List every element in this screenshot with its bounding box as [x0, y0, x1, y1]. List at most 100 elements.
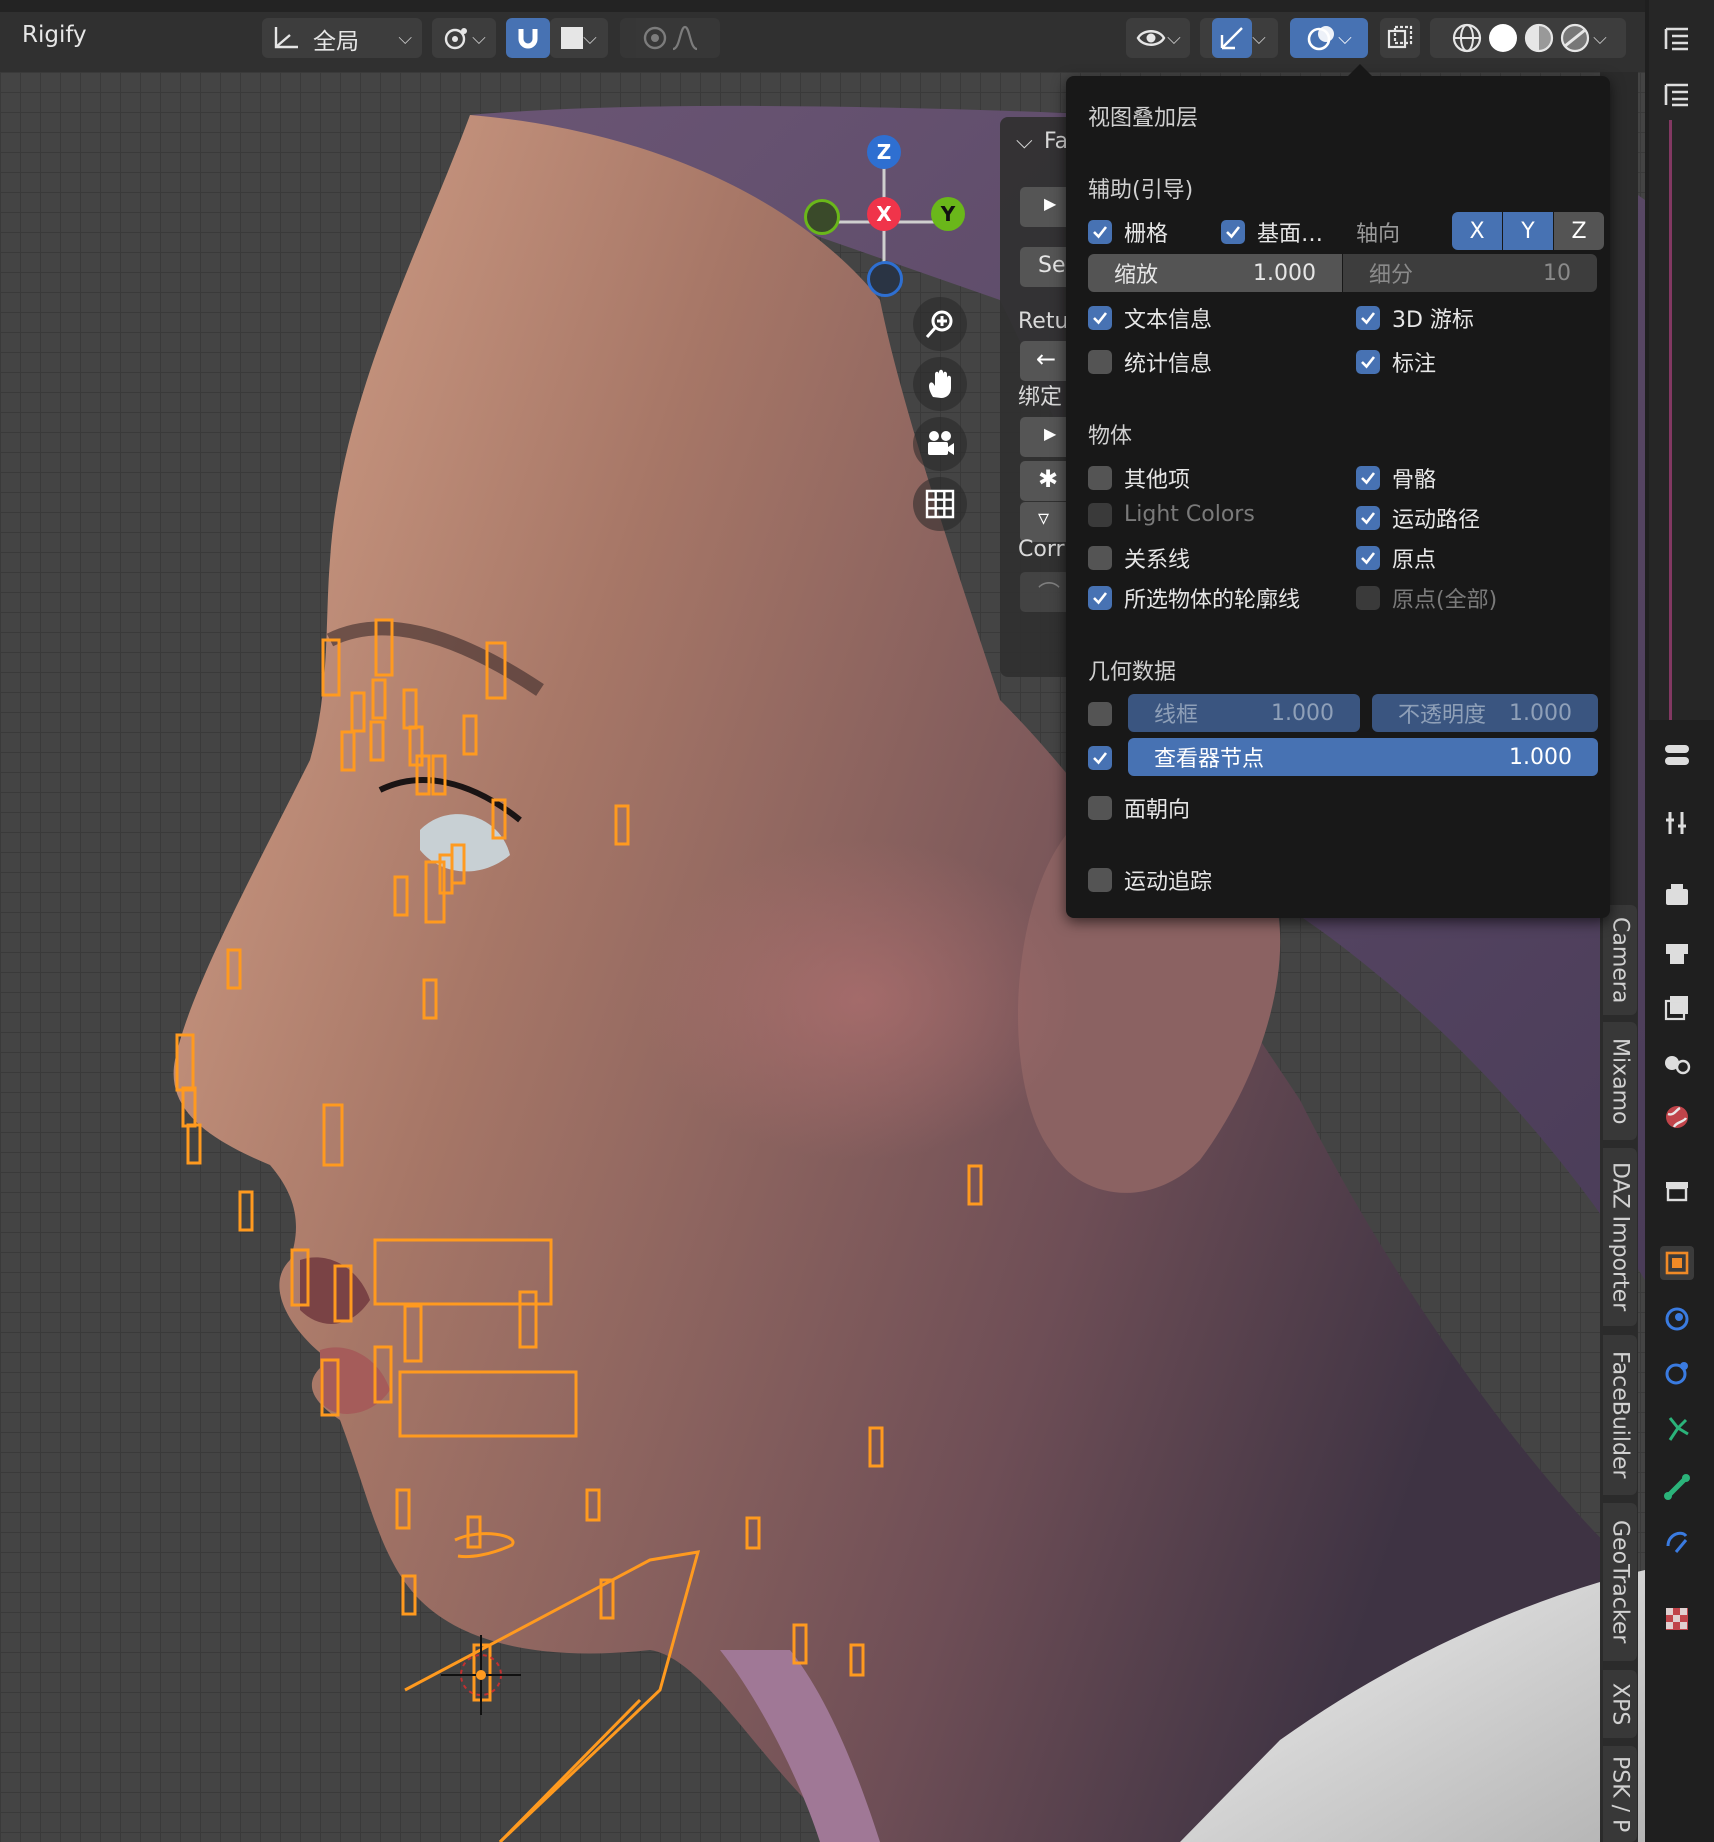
viewer-node-checkbox-row[interactable]	[1088, 746, 1124, 770]
face-orientation-checkbox[interactable]	[1088, 796, 1112, 820]
scene-icon[interactable]	[1660, 1044, 1694, 1078]
motion-paths-row[interactable]: 运动路径	[1356, 502, 1480, 534]
hand-icon	[929, 369, 951, 398]
3d-cursor-checkbox[interactable]	[1356, 306, 1380, 330]
axis-y-toggle[interactable]: Y	[1503, 212, 1553, 250]
outliner-icon[interactable]	[1660, 78, 1694, 112]
outline-selected-row[interactable]: 所选物体的轮廓线	[1088, 582, 1300, 614]
ortho-toggle-button[interactable]	[913, 477, 967, 531]
axis-x-toggle[interactable]: X	[1452, 212, 1502, 250]
tab-geotracker[interactable]: GeoTracker	[1603, 1503, 1637, 1661]
extras-checkbox[interactable]	[1088, 466, 1112, 490]
overlays-dropdown[interactable]: ⌵	[1290, 18, 1368, 58]
viewer-node-checkbox[interactable]	[1088, 746, 1112, 770]
light-colors-checkbox[interactable]	[1088, 502, 1112, 527]
grid-checkbox-row[interactable]: 栅格	[1088, 216, 1168, 248]
annotations-row[interactable]: 标注	[1356, 346, 1436, 378]
texture-icon[interactable]	[1660, 1602, 1694, 1636]
bone-icon[interactable]	[1660, 1470, 1694, 1504]
physics-icon[interactable]	[1660, 1412, 1694, 1446]
outline-selected-checkbox[interactable]	[1088, 586, 1112, 610]
gizmo-neg-y-axis[interactable]	[804, 199, 840, 235]
grid-label: 栅格	[1124, 222, 1169, 247]
collection-icon[interactable]	[1660, 1174, 1694, 1208]
panel-collapse-icon[interactable]: ⌵	[1016, 129, 1033, 154]
snap-toggle[interactable]	[506, 18, 550, 58]
tab-facebuilder[interactable]: FaceBuilder	[1603, 1335, 1637, 1495]
statistics-label: 统计信息	[1124, 352, 1213, 377]
floor-checkbox-row[interactable]: 基面…	[1221, 216, 1323, 248]
grid-checkbox[interactable]	[1088, 220, 1112, 244]
motion-tracking-checkbox[interactable]	[1088, 868, 1112, 892]
grid-scale-field[interactable]: 缩放 1.000	[1088, 254, 1342, 292]
tab-xps[interactable]: XPS	[1603, 1670, 1637, 1738]
origins-all-row[interactable]: 原点(全部)	[1356, 582, 1497, 614]
relationship-lines-checkbox[interactable]	[1088, 546, 1112, 570]
snap-target-dropdown[interactable]: ⌵	[550, 18, 608, 58]
tab-psk[interactable]: PSK / P	[1603, 1746, 1637, 1842]
motion-paths-checkbox[interactable]	[1356, 506, 1380, 530]
wireframe-shading-icon[interactable]	[1449, 20, 1485, 56]
material-shading-icon[interactable]	[1521, 20, 1557, 56]
wireframe-checkbox-row[interactable]	[1088, 702, 1124, 726]
axis-z-toggle[interactable]: Z	[1554, 212, 1604, 250]
panel-header[interactable]: Fa	[1044, 129, 1068, 154]
wireframe-checkbox[interactable]	[1088, 702, 1112, 726]
workspace-label[interactable]: Rigify	[22, 22, 87, 48]
object-icon[interactable]	[1660, 1246, 1694, 1280]
gizmo-dropdown[interactable]: ⌵	[1200, 18, 1278, 58]
extras-row[interactable]: 其他项	[1088, 462, 1190, 494]
text-info-checkbox[interactable]	[1088, 306, 1112, 330]
tab-camera[interactable]: Camera	[1603, 905, 1637, 1015]
rendered-shading-icon[interactable]	[1557, 20, 1593, 56]
zoom-button[interactable]	[913, 297, 967, 351]
3d-cursor-row[interactable]: 3D 游标	[1356, 302, 1474, 334]
camera-view-button[interactable]	[913, 417, 967, 471]
viewer-node-value: 1.000	[1509, 744, 1572, 770]
gizmo-neg-z-axis[interactable]	[867, 261, 903, 297]
text-info-row[interactable]: 文本信息	[1088, 302, 1212, 334]
face-orientation-row[interactable]: 面朝向	[1088, 792, 1190, 824]
properties-editor-icon[interactable]	[1660, 738, 1694, 772]
viewer-node-label: 查看器节点	[1154, 747, 1265, 772]
floor-checkbox[interactable]	[1221, 220, 1245, 244]
annotations-checkbox[interactable]	[1356, 350, 1380, 374]
statistics-checkbox[interactable]	[1088, 350, 1112, 374]
motion-paths-label: 运动路径	[1392, 508, 1481, 533]
render-icon[interactable]	[1660, 878, 1694, 912]
output-icon[interactable]	[1660, 936, 1694, 970]
view-layer-icon[interactable]	[1660, 990, 1694, 1024]
gizmo-z-axis[interactable]: Z	[867, 135, 901, 169]
origins-all-checkbox[interactable]	[1356, 586, 1380, 610]
pan-button[interactable]	[913, 357, 967, 411]
tool-icon[interactable]	[1660, 806, 1694, 840]
modifier-icon[interactable]	[1660, 1302, 1694, 1336]
world-icon[interactable]	[1660, 1100, 1694, 1134]
tab-mixamo[interactable]: Mixamo	[1603, 1022, 1637, 1140]
editor-type-icon[interactable]	[1660, 22, 1694, 56]
xray-toggle[interactable]	[1380, 18, 1420, 58]
visibility-dropdown[interactable]: ⌵	[1126, 18, 1190, 58]
viewer-node-opacity-field[interactable]: 查看器节点 1.000	[1128, 738, 1598, 776]
pivot-dropdown[interactable]: ⌵	[432, 18, 496, 58]
solid-shading-icon[interactable]	[1485, 20, 1521, 56]
gizmo-x-axis[interactable]: X	[867, 197, 901, 231]
light-colors-row[interactable]: Light Colors	[1088, 502, 1255, 527]
origins-row[interactable]: 原点	[1356, 542, 1436, 574]
gizmo-y-axis[interactable]: Y	[931, 197, 965, 231]
wireframe-threshold-field[interactable]: 线框 1.000	[1128, 694, 1360, 732]
constraint-icon[interactable]	[1660, 1524, 1694, 1558]
relationship-lines-row[interactable]: 关系线	[1088, 542, 1190, 574]
motion-tracking-row[interactable]: 运动追踪	[1088, 864, 1212, 896]
origins-checkbox[interactable]	[1356, 546, 1380, 570]
wireframe-opacity-field[interactable]: 不透明度 1.000	[1372, 694, 1598, 732]
bones-checkbox[interactable]	[1356, 466, 1380, 490]
tab-daz-importer[interactable]: DAZ Importer	[1603, 1148, 1637, 1326]
grid-subdivisions-field[interactable]: 细分 10	[1343, 254, 1597, 292]
tab-psk-label: PSK / P	[1607, 1755, 1633, 1833]
proportional-edit[interactable]	[620, 18, 720, 58]
particles-icon[interactable]	[1660, 1356, 1694, 1390]
bones-row[interactable]: 骨骼	[1356, 462, 1436, 494]
chevron-down-icon: ⌵	[1167, 27, 1181, 49]
statistics-row[interactable]: 统计信息	[1088, 346, 1212, 378]
